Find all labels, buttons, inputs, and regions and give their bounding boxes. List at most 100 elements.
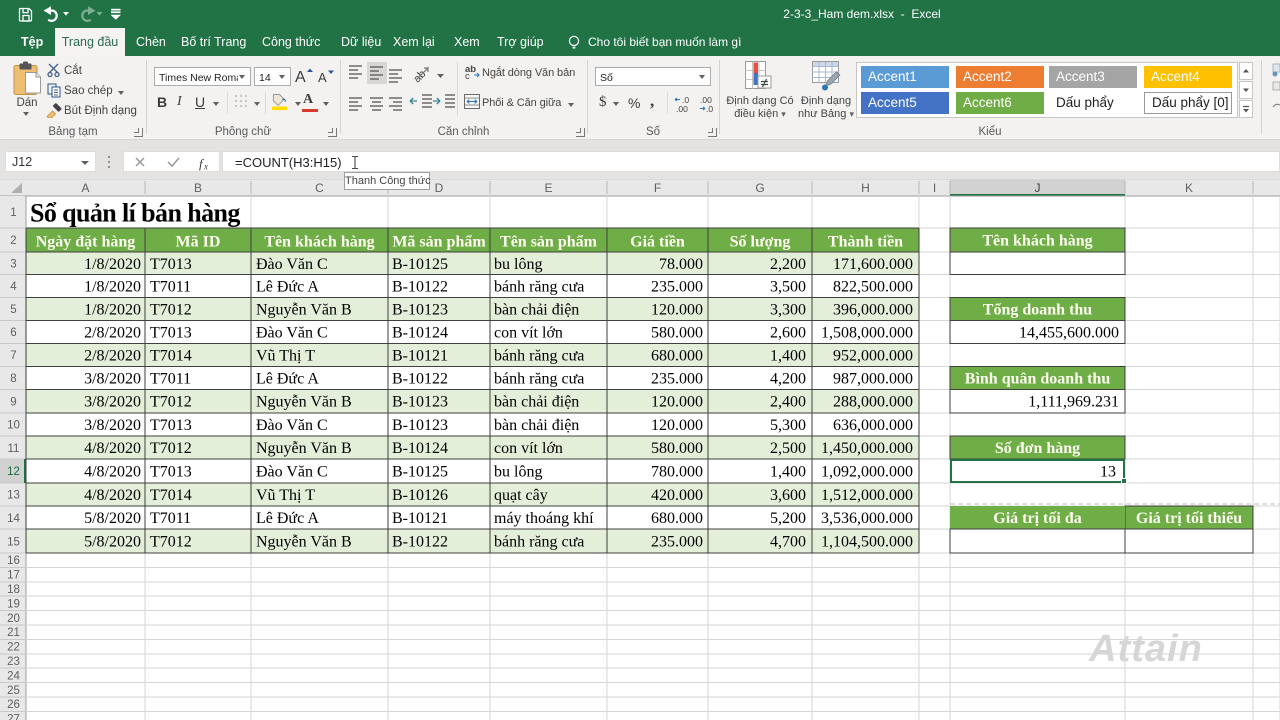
svg-text:T7011: T7011 <box>150 279 191 296</box>
svg-text:J: J <box>1035 181 1041 195</box>
svg-text:C: C <box>315 181 324 195</box>
svg-text:120.000: 120.000 <box>651 417 703 434</box>
svg-text:3/8/2020: 3/8/2020 <box>84 417 141 434</box>
svg-text:2,400: 2,400 <box>770 394 806 411</box>
svg-text:A: A <box>81 181 89 195</box>
svg-text:Nguyễn Văn B: Nguyễn Văn B <box>256 440 352 457</box>
svg-text:288,000.000: 288,000.000 <box>833 394 913 411</box>
svg-text:B-10124: B-10124 <box>392 325 448 342</box>
svg-text:396,000.000: 396,000.000 <box>833 302 913 319</box>
svg-text:G: G <box>755 181 764 195</box>
svg-text:9: 9 <box>10 396 16 408</box>
svg-text:4/8/2020: 4/8/2020 <box>84 440 141 457</box>
svg-text:4,700: 4,700 <box>770 534 806 551</box>
svg-text:3/8/2020: 3/8/2020 <box>84 371 141 388</box>
svg-text:Đào Văn C: Đào Văn C <box>256 464 328 481</box>
svg-text:Tên khách hàng: Tên khách hàng <box>982 233 1092 250</box>
svg-text:Đào Văn C: Đào Văn C <box>256 256 328 273</box>
svg-text:3/8/2020: 3/8/2020 <box>84 394 141 411</box>
svg-text:Bình quân doanh thu: Bình quân doanh thu <box>965 371 1111 388</box>
svg-text:Tổng doanh thu: Tổng doanh thu <box>983 302 1092 319</box>
svg-text:I: I <box>933 181 936 195</box>
svg-text:3,600: 3,600 <box>770 487 806 504</box>
svg-text:4: 4 <box>10 281 17 293</box>
svg-text:B-10122: B-10122 <box>392 371 448 388</box>
svg-text:Nguyễn Văn B: Nguyễn Văn B <box>256 394 352 411</box>
svg-text:20: 20 <box>7 613 20 625</box>
svg-text:2: 2 <box>10 235 16 247</box>
svg-text:bu lông: bu lông <box>494 256 542 273</box>
svg-text:120.000: 120.000 <box>651 394 703 411</box>
svg-text:10: 10 <box>7 420 20 432</box>
svg-text:Ngày đặt hàng: Ngày đặt hàng <box>36 234 136 251</box>
svg-text:T7013: T7013 <box>150 464 192 481</box>
svg-text:Thành tiền: Thành tiền <box>828 234 903 251</box>
svg-text:1/8/2020: 1/8/2020 <box>84 256 141 273</box>
svg-text:B-10123: B-10123 <box>392 302 448 319</box>
svg-text:5: 5 <box>10 304 16 316</box>
svg-text:máy thoáng khí: máy thoáng khí <box>494 510 594 527</box>
svg-text:13: 13 <box>1100 464 1116 481</box>
svg-text:Vũ Thị T: Vũ Thị T <box>256 487 315 504</box>
svg-text:5,200: 5,200 <box>770 510 806 527</box>
svg-text:bánh răng cưa: bánh răng cưa <box>494 348 584 365</box>
svg-text:987,000.000: 987,000.000 <box>833 371 913 388</box>
svg-text:2/8/2020: 2/8/2020 <box>84 325 141 342</box>
svg-text:21: 21 <box>7 627 20 639</box>
svg-text:.0: .0 <box>706 104 713 114</box>
svg-text:2,600: 2,600 <box>770 325 806 342</box>
svg-text:580.000: 580.000 <box>651 440 703 457</box>
svg-text:1,450,000.000: 1,450,000.000 <box>821 440 913 457</box>
svg-text:1,508,000.000: 1,508,000.000 <box>821 325 913 342</box>
svg-text:.00: .00 <box>676 104 688 114</box>
svg-text:bàn chải điện: bàn chải điện <box>494 417 579 434</box>
svg-text:bánh răng cưa: bánh răng cưa <box>494 279 584 296</box>
svg-text:T7013: T7013 <box>150 417 192 434</box>
svg-text:8: 8 <box>10 373 16 385</box>
svg-text:Giá trị tối đa: Giá trị tối đa <box>993 510 1081 527</box>
svg-text:Lê Đức A: Lê Đức A <box>256 510 319 527</box>
svg-text:B-10124: B-10124 <box>392 440 448 457</box>
svg-text:235.000: 235.000 <box>651 534 703 551</box>
svg-text:bánh răng cưa: bánh răng cưa <box>494 534 584 551</box>
svg-text:11: 11 <box>8 443 20 455</box>
svg-text:5,300: 5,300 <box>770 417 806 434</box>
svg-text:F: F <box>654 181 661 195</box>
svg-text:T7012: T7012 <box>150 534 192 551</box>
svg-text:quạt cây: quạt cây <box>494 487 548 504</box>
svg-text:1/8/2020: 1/8/2020 <box>84 302 141 319</box>
svg-text:16: 16 <box>7 555 20 567</box>
svg-text:24: 24 <box>7 670 20 682</box>
svg-text:78.000: 78.000 <box>659 256 703 273</box>
svg-text:120.000: 120.000 <box>651 302 703 319</box>
svg-text:Đào Văn C: Đào Văn C <box>256 325 328 342</box>
svg-text:18: 18 <box>7 584 20 596</box>
svg-text:23: 23 <box>7 656 20 668</box>
svg-text:A: A <box>295 69 306 86</box>
svg-text:25: 25 <box>7 685 20 697</box>
svg-text:5/8/2020: 5/8/2020 <box>84 510 141 527</box>
svg-text:T7012: T7012 <box>150 440 192 457</box>
svg-text:T7013: T7013 <box>150 256 192 273</box>
svg-text:Giá tiền: Giá tiền <box>630 234 685 251</box>
svg-text:B-10122: B-10122 <box>392 534 448 551</box>
svg-text:Nguyễn Văn B: Nguyễn Văn B <box>256 534 352 551</box>
svg-text:13: 13 <box>7 490 20 502</box>
svg-text:B-10121: B-10121 <box>392 510 448 527</box>
svg-text:Mã sản phẩm: Mã sản phẩm <box>392 234 486 251</box>
svg-text:4/8/2020: 4/8/2020 <box>84 487 141 504</box>
svg-text:Giá trị tối thiểu: Giá trị tối thiểu <box>1136 510 1242 527</box>
svg-text:4/8/2020: 4/8/2020 <box>84 464 141 481</box>
svg-text:19: 19 <box>7 598 20 610</box>
svg-text:3: 3 <box>10 258 16 270</box>
svg-text:14: 14 <box>7 513 20 525</box>
svg-text:T7013: T7013 <box>150 325 192 342</box>
svg-text:B-10125: B-10125 <box>392 464 448 481</box>
svg-text:822,500.000: 822,500.000 <box>833 279 913 296</box>
svg-text:Sổ quản lí bán hàng: Sổ quản lí bán hàng <box>30 199 240 228</box>
svg-text:2,500: 2,500 <box>770 440 806 457</box>
svg-text:Vũ Thị T: Vũ Thị T <box>256 348 315 365</box>
svg-text:1/8/2020: 1/8/2020 <box>84 279 141 296</box>
svg-text:26: 26 <box>7 699 20 711</box>
svg-text:4,200: 4,200 <box>770 371 806 388</box>
